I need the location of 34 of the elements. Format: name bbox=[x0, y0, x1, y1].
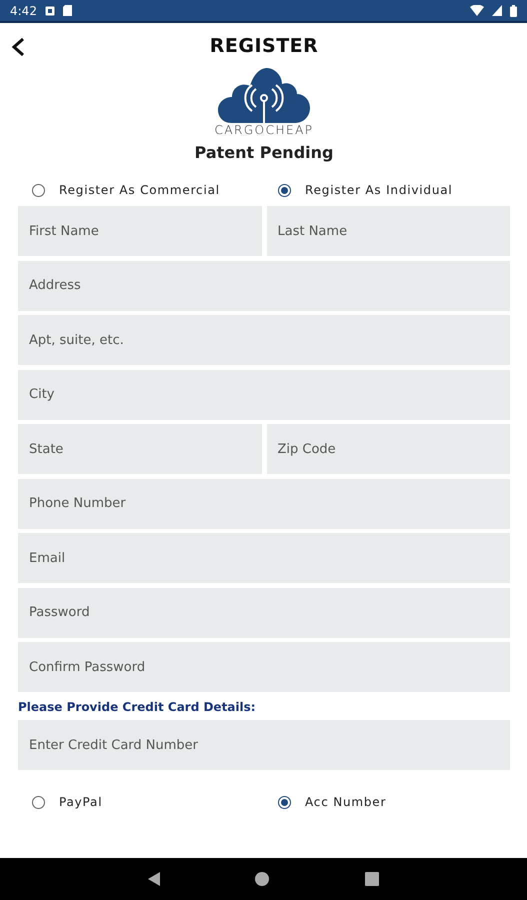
input-field[interactable]: First Name bbox=[18, 206, 262, 256]
sd-card-icon bbox=[62, 5, 72, 16]
radio-icon bbox=[32, 796, 45, 808]
status-time: 4:42 bbox=[10, 4, 37, 18]
radio-icon bbox=[32, 184, 45, 196]
input-field[interactable]: Email bbox=[18, 533, 510, 583]
input-field[interactable]: State bbox=[18, 424, 262, 474]
radio-option[interactable]: Acc Number bbox=[264, 795, 510, 809]
input-field[interactable]: Last Name bbox=[266, 206, 510, 256]
subtitle: Patent Pending bbox=[194, 143, 334, 162]
input-field[interactable]: Confirm Password bbox=[18, 642, 510, 692]
wifi-icon bbox=[470, 5, 484, 16]
input-field[interactable]: Zip Code bbox=[266, 424, 510, 474]
section-heading: Please Provide Credit Card Details: bbox=[18, 700, 257, 714]
cloud-logo-icon bbox=[218, 67, 310, 125]
input-field[interactable]: Enter Credit Card Number bbox=[18, 720, 510, 770]
notification-icon bbox=[44, 6, 55, 16]
input-field[interactable]: Phone Number bbox=[18, 478, 510, 528]
input-field[interactable]: Apt, suite, etc. bbox=[18, 315, 510, 365]
radio-option[interactable]: Register As Individual bbox=[264, 183, 510, 197]
signal-icon bbox=[492, 5, 502, 16]
home-nav-icon[interactable] bbox=[255, 872, 270, 886]
battery-icon bbox=[510, 4, 517, 16]
radio-icon bbox=[278, 796, 291, 808]
recents-nav-icon[interactable] bbox=[365, 872, 380, 886]
input-field[interactable]: Address bbox=[18, 260, 510, 310]
radio-option[interactable]: PayPal bbox=[18, 795, 264, 809]
page-title: REGISTER bbox=[210, 35, 318, 57]
radio-icon bbox=[278, 184, 291, 196]
input-field[interactable]: Password bbox=[18, 588, 510, 638]
back-nav-icon[interactable] bbox=[148, 872, 160, 886]
logo-text: CARGOCHEAP bbox=[214, 123, 314, 137]
input-field[interactable]: City bbox=[18, 370, 510, 420]
radio-option[interactable]: Register As Commercial bbox=[18, 183, 264, 197]
